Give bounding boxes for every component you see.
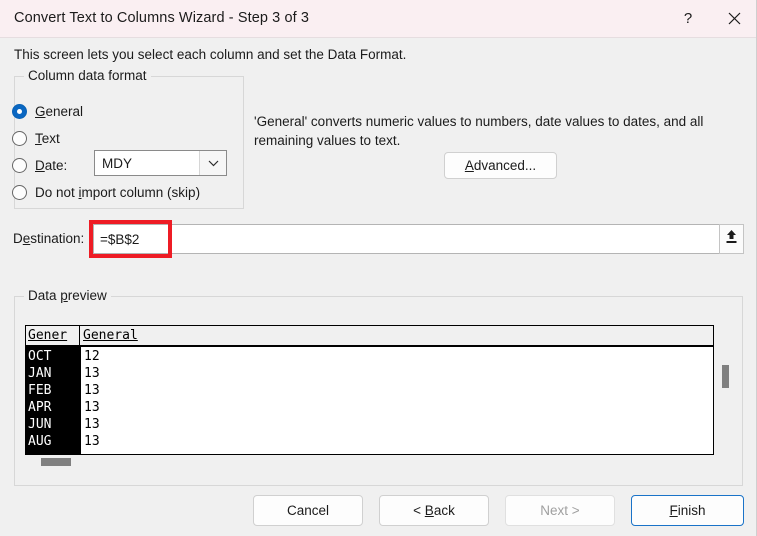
instruction-text: This screen lets you select each column … [14,47,407,62]
radio-text-accesskey: T [35,130,42,146]
cancel-button[interactable]: Cancel [253,495,363,526]
destination-label-rest: stination: [30,231,85,246]
radio-date-indicator [12,157,27,173]
date-format-select[interactable]: MDY [94,150,227,176]
data-preview-header-row: Gener General [26,326,713,347]
radio-do-not-import-label: Do not import column (skip) [35,185,200,200]
table-row: 13 [84,383,100,398]
radio-date-accesskey: D [35,157,45,173]
table-row: 12 [84,349,100,364]
back-button-label: < Back [413,503,455,518]
radio-do-not-import-rest: mport column (skip) [81,184,201,200]
back-accesskey: B [424,503,434,518]
radio-general-accesskey: G [35,103,46,119]
column-data-format-legend: Column data format [24,68,151,83]
next-button: Next > [505,495,615,526]
destination-input[interactable] [93,224,720,254]
radio-text[interactable]: Text [12,128,60,148]
destination-label-pre: D [13,231,23,246]
data-preview-legend: Data preview [24,288,111,303]
advanced-accesskey: A [464,158,474,173]
radio-do-not-import-pre: Do not [35,184,79,200]
table-row: 13 [84,434,100,449]
question-mark-icon: ? [683,10,693,27]
table-row: JAN [28,366,52,381]
finish-button-label: Finish [669,503,705,518]
cancel-button-label: Cancel [286,503,330,518]
radio-date-rest: ate: [44,157,68,173]
data-preview-header-col1[interactable]: General [83,327,283,344]
table-row: FEB [28,383,52,398]
next-button-label: Next > [540,503,580,518]
radio-text-label: Text [35,131,60,146]
radio-general[interactable]: General [12,101,83,121]
table-row: 13 [84,366,100,381]
finish-button[interactable]: Finish [631,495,744,526]
radio-general-indicator [12,103,27,119]
radio-do-not-import-indicator [12,184,27,200]
radio-text-rest: ext [41,130,60,146]
finish-rest: inish [677,503,706,518]
destination-label: Destination: [13,231,84,246]
collapse-dialog-upload-icon [724,229,739,250]
back-pre: < [413,503,425,518]
table-row: JUN [28,417,52,432]
data-preview-header-col0[interactable]: Gener [28,326,80,346]
convert-text-to-columns-wizard-dialog: Convert Text to Columns Wizard - Step 3 … [0,0,757,536]
finish-accesskey: F [669,503,678,518]
advanced-rest: dvanced... [473,158,537,173]
format-description: 'General' converts numeric values to num… [254,114,704,148]
table-row: 13 [84,400,100,415]
advanced-button-label: Advanced... [465,158,536,173]
close-icon [728,12,741,25]
advanced-button[interactable]: Advanced... [444,152,557,179]
data-preview-legend-rest: review [67,288,107,303]
chevron-down-icon[interactable] [199,151,226,175]
data-preview-body: OCT 12 JAN 13 FEB 13 APR 13 JUN 13 AUG 1… [26,347,713,454]
table-row: 13 [84,417,100,432]
radio-do-not-import[interactable]: Do not import column (skip) [12,182,200,202]
table-row: AUG [28,434,52,449]
data-preview-vertical-scrollbar[interactable] [722,365,729,388]
radio-text-indicator [12,130,27,146]
collapse-dialog-button[interactable] [719,224,744,254]
data-preview-table[interactable]: Gener General OCT 12 JAN 13 FEB 13 APR 1… [25,325,714,455]
date-format-value: MDY [102,155,132,171]
radio-general-rest: eneral [45,103,84,119]
help-button[interactable]: ? [665,0,711,37]
radio-date-label: Date: [35,158,67,173]
radio-date[interactable]: Date: [12,155,67,175]
radio-general-label: General [35,104,83,119]
close-button[interactable] [711,0,756,37]
back-button[interactable]: < Back [379,495,489,526]
back-rest: ack [433,503,455,518]
table-row: APR [28,400,52,415]
data-preview-accesskey: p [60,288,68,303]
data-preview-horizontal-scrollbar[interactable] [41,458,71,466]
title-bar: Convert Text to Columns Wizard - Step 3 … [0,0,756,38]
table-row: OCT [28,349,52,364]
data-preview-legend-pre: Data [28,288,61,303]
window-title: Convert Text to Columns Wizard - Step 3 … [14,10,310,26]
